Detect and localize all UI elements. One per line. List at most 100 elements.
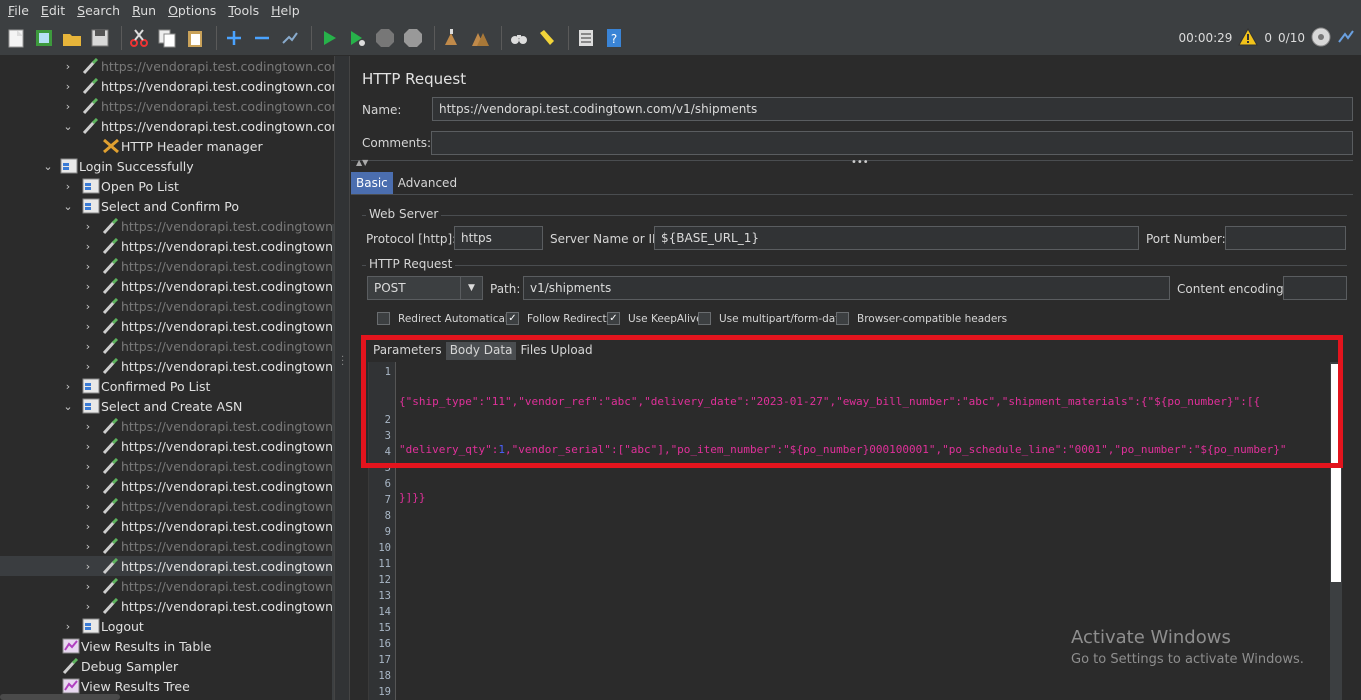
chevron-right-icon[interactable]: ›: [62, 100, 74, 113]
chevron-right-icon[interactable]: ›: [82, 440, 94, 453]
tree-item[interactable]: › Open Po List: [0, 176, 334, 196]
chevron-right-icon[interactable]: ›: [62, 620, 74, 633]
tab-basic[interactable]: Basic: [351, 172, 393, 194]
tree-item[interactable]: ⌄ Select and Confirm Po: [0, 196, 334, 216]
tree-item[interactable]: › https://vendorapi.test.codingtown.com/: [0, 416, 334, 436]
tab-advanced[interactable]: Advanced: [393, 172, 462, 194]
new-icon[interactable]: [4, 26, 28, 50]
chevron-right-icon[interactable]: ›: [82, 340, 94, 353]
checkbox[interactable]: [377, 312, 390, 325]
chevron-right-icon[interactable]: ›: [82, 320, 94, 333]
tree-item[interactable]: › https://vendorapi.test.codingtown.com/: [0, 496, 334, 516]
toggle-icon[interactable]: [278, 26, 302, 50]
copy-icon[interactable]: [155, 26, 179, 50]
server-field[interactable]: ${BASE_URL_1}: [654, 226, 1139, 250]
tree-item[interactable]: › https://vendorapi.test.codingtown.com/: [0, 476, 334, 496]
comments-field[interactable]: [431, 131, 1353, 155]
chevron-right-icon[interactable]: ›: [62, 80, 74, 93]
menu-tools[interactable]: Tools: [222, 3, 265, 18]
chevron-down-icon[interactable]: ⌄: [62, 120, 74, 133]
redirect-automatically-option[interactable]: Redirect Automatically: [377, 312, 517, 325]
tab-parameters[interactable]: Parameters: [369, 342, 446, 360]
collapse-arrows-icon[interactable]: ▲▼: [356, 158, 368, 167]
tree-item[interactable]: › https://vendorapi.test.codingtown.com/: [0, 216, 334, 236]
tab-body-data[interactable]: Body Data: [445, 342, 517, 360]
help-icon[interactable]: ?: [602, 26, 626, 50]
chevron-down-icon[interactable]: ⌄: [62, 200, 74, 213]
checkbox[interactable]: [836, 312, 849, 325]
tree-item[interactable]: ⌄ https://vendorapi.test.codingtown.com/v…: [0, 116, 334, 136]
tree-item[interactable]: › https://vendorapi.test.codingtown.com/: [0, 456, 334, 476]
menu-options[interactable]: Options: [162, 3, 222, 18]
test-plan-tree[interactable]: › https://vendorapi.test.codingtown.com/v…: [0, 56, 334, 700]
warning-icon[interactable]: [1238, 27, 1259, 49]
checkbox-checked[interactable]: ✓: [506, 312, 519, 325]
reset-search-icon[interactable]: [535, 26, 559, 50]
tree-item[interactable]: › https://vendorapi.test.codingtown.com/: [0, 256, 334, 276]
tree-item[interactable]: ⌄ Login Successfully: [0, 156, 334, 176]
port-field[interactable]: [1225, 226, 1346, 250]
chevron-down-icon[interactable]: ⌄: [62, 400, 74, 413]
clear-all-icon[interactable]: [468, 26, 492, 50]
tree-item[interactable]: › https://vendorapi.test.codingtown.com/: [0, 536, 334, 556]
tree-item[interactable]: View Results in Table: [0, 636, 334, 656]
path-field[interactable]: v1/shipments: [523, 276, 1170, 300]
chevron-right-icon[interactable]: ›: [82, 240, 94, 253]
stop-icon[interactable]: [373, 26, 397, 50]
chevron-right-icon[interactable]: ›: [62, 60, 74, 73]
menu-file[interactable]: File: [2, 3, 35, 18]
tree-item[interactable]: › https://vendorapi.test.codingtown.com/: [0, 436, 334, 456]
expand-icon[interactable]: [222, 26, 246, 50]
tree-item[interactable]: › https://vendorapi.test.codingtown.com/: [0, 236, 334, 256]
chevron-right-icon[interactable]: ›: [82, 420, 94, 433]
protocol-field[interactable]: https: [454, 226, 543, 250]
follow-redirects-option[interactable]: ✓ Follow Redirects: [506, 312, 612, 325]
tree-item[interactable]: › Logout: [0, 616, 334, 636]
tree-item[interactable]: › https://vendorapi.test.codingtown.com/: [0, 596, 334, 616]
use-keepalive-option[interactable]: ✓ Use KeepAlive: [607, 312, 703, 325]
name-field[interactable]: https://vendorapi.test.codingtown.com/v1…: [432, 97, 1353, 121]
multipart-option[interactable]: Use multipart/form-data: [698, 312, 846, 325]
checkbox-checked[interactable]: ✓: [607, 312, 620, 325]
tree-item[interactable]: › https://vendorapi.test.codingtown.com/: [0, 516, 334, 536]
chevron-right-icon[interactable]: ›: [82, 220, 94, 233]
browser-headers-option[interactable]: Browser-compatible headers: [836, 312, 1007, 325]
editor-scrollbar[interactable]: [1330, 362, 1342, 700]
body-code[interactable]: {"ship_type":"11","vendor_ref":"abc","de…: [399, 362, 1287, 538]
save-icon[interactable]: [88, 26, 112, 50]
pane-splitter[interactable]: · · ·: [334, 56, 350, 700]
tree-item[interactable]: Debug Sampler: [0, 656, 334, 676]
search-icon[interactable]: [507, 26, 531, 50]
tree-item[interactable]: › https://vendorapi.test.codingtown.com/: [0, 556, 334, 576]
tree-item[interactable]: › https://vendorapi.test.codingtown.com/: [0, 276, 334, 296]
start-no-pause-icon[interactable]: [345, 26, 369, 50]
tree-item[interactable]: › https://vendorapi.test.codingtown.com/v…: [0, 76, 334, 96]
tree-item[interactable]: › https://vendorapi.test.codingtown.com/: [0, 356, 334, 376]
drag-handle-icon[interactable]: •••: [851, 157, 869, 168]
collapse-icon[interactable]: [250, 26, 274, 50]
tree-item[interactable]: HTTP Header manager: [0, 136, 334, 156]
shutdown-icon[interactable]: [401, 26, 425, 50]
chevron-right-icon[interactable]: ›: [82, 280, 94, 293]
chevron-right-icon[interactable]: ›: [82, 260, 94, 273]
menu-edit[interactable]: Edit: [35, 3, 71, 18]
tab-files-upload[interactable]: Files Upload: [516, 342, 596, 360]
chevron-right-icon[interactable]: ›: [82, 480, 94, 493]
chevron-right-icon[interactable]: ›: [62, 380, 74, 393]
checkbox[interactable]: [698, 312, 711, 325]
tree-item[interactable]: ⌄ Select and Create ASN: [0, 396, 334, 416]
function-helper-icon[interactable]: [574, 26, 598, 50]
chevron-right-icon[interactable]: ›: [82, 540, 94, 553]
method-select[interactable]: POST ▼: [367, 276, 483, 300]
tree-item[interactable]: › https://vendorapi.test.codingtown.com/v…: [0, 56, 334, 76]
scrollbar-thumb[interactable]: [1331, 364, 1341, 582]
chevron-right-icon[interactable]: ›: [82, 360, 94, 373]
chevron-right-icon[interactable]: ›: [82, 520, 94, 533]
tree-item[interactable]: › https://vendorapi.test.codingtown.com/: [0, 576, 334, 596]
start-icon[interactable]: [317, 26, 341, 50]
menu-help[interactable]: Help: [265, 3, 306, 18]
chevron-right-icon[interactable]: ›: [82, 560, 94, 573]
tree-item[interactable]: View Results Tree: [0, 676, 334, 696]
tree-item[interactable]: › https://vendorapi.test.codingtown.com/: [0, 296, 334, 316]
chevron-down-icon[interactable]: ▼: [460, 277, 482, 299]
